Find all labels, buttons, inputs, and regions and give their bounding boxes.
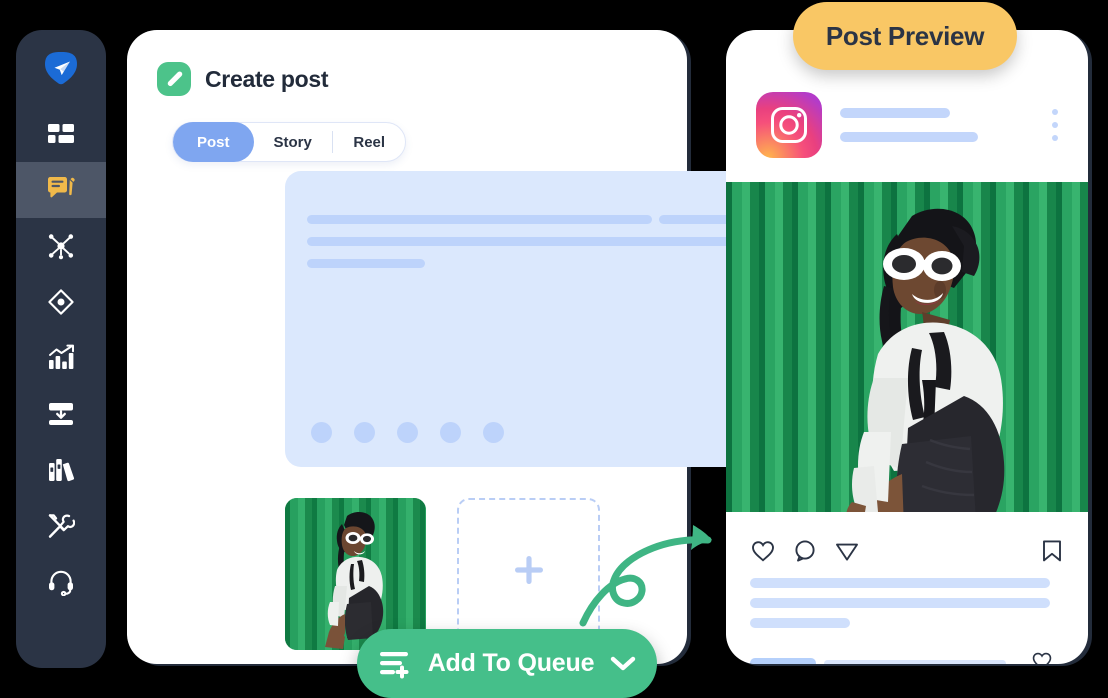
editor-skeleton-line [307,237,772,246]
app-logo-icon [43,50,79,86]
add-to-queue-label: Add To Queue [427,649,595,677]
queue-add-icon [378,649,412,679]
bookmark-icon[interactable] [1040,538,1064,564]
create-post-chat-icon [46,176,76,204]
support-headset-icon [47,568,75,596]
editor-skeleton-line [307,259,425,268]
media-thumbnail[interactable] [285,498,426,650]
tools-wrench-icon [47,512,75,540]
instagram-icon [756,92,822,158]
analytics-bar-chart-icon [47,344,75,372]
caption-skeleton-line [750,578,1050,588]
share-paper-plane-icon[interactable] [834,538,860,564]
compass-navigate-icon [47,288,75,316]
tab-story[interactable]: Story [254,122,332,162]
composer-header: Create post [157,62,329,96]
post-text-editor[interactable] [285,171,789,467]
editor-skeleton-line [307,215,652,224]
curved-arrow-icon [579,525,712,627]
post-type-tabs: Post Story Reel [172,122,407,162]
add-to-queue-button[interactable]: Add To Queue [357,629,657,698]
comment-text-skeleton [824,660,1006,664]
editor-toolbar-dot[interactable] [311,422,332,443]
preview-photo [726,182,1088,512]
sidebar-item-tools[interactable] [16,498,106,554]
editor-toolbar-dot[interactable] [354,422,375,443]
screenshot-root: Create post Post Story Reel Add To Queue… [0,0,1108,698]
more-vertical-icon[interactable] [1052,109,1058,141]
post-preview-badge: Post Preview [793,2,1017,70]
caption-skeleton-line [750,598,1050,608]
comment-icon[interactable] [792,538,818,564]
sidebar-item-library[interactable] [16,442,106,498]
post-preview-badge-label: Post Preview [825,20,985,51]
comment-author-skeleton [750,658,816,664]
sidebar [16,30,106,668]
account-meta-skeleton [840,132,978,142]
editor-toolbar-dot[interactable] [483,422,504,443]
account-skeleton-lines [840,108,1052,142]
inbox-download-icon [47,400,75,428]
page-title: Create post [205,65,329,92]
sidebar-item-dashboard[interactable] [16,106,106,162]
library-books-icon [47,456,75,484]
sidebar-item-create-post[interactable] [16,162,106,218]
comment-heart-icon[interactable] [1031,650,1053,664]
network-share-icon [47,232,75,260]
preview-account-row [756,90,1058,160]
tab-post[interactable]: Post [173,122,254,162]
sidebar-item-support[interactable] [16,554,106,610]
account-name-skeleton [840,108,950,118]
editor-toolbar [311,422,504,443]
tab-reel[interactable]: Reel [333,122,405,162]
caption-skeleton-line [750,618,850,628]
preview-card [726,30,1088,664]
app-logo[interactable] [16,30,106,106]
chevron-down-icon[interactable] [610,655,636,673]
editor-toolbar-dot[interactable] [440,422,461,443]
sidebar-item-connections[interactable] [16,218,106,274]
plus-icon [511,552,547,588]
editor-toolbar-dot[interactable] [397,422,418,443]
sidebar-item-inbox[interactable] [16,386,106,442]
sidebar-item-discover[interactable] [16,274,106,330]
heart-icon[interactable] [750,538,776,564]
thumbnail-photo [285,498,426,650]
pencil-edit-icon [157,62,191,96]
instagram-action-bar [750,538,1064,564]
dashboard-grid-icon [47,120,75,148]
sidebar-item-analytics[interactable] [16,330,106,386]
